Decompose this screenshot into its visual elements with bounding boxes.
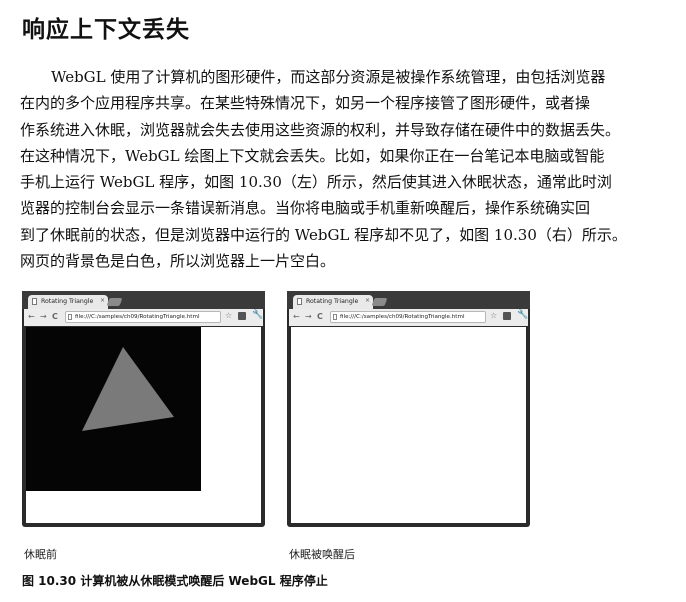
paragraph-line: 作系统进入休眠，浏览器就会失去使用这些资源的权利，并导致存储在硬件中的数据丢失。	[20, 120, 621, 139]
bookmark-star-icon[interactable]: ☆	[490, 311, 497, 320]
tab-strip: Rotating Triangle ×	[287, 291, 530, 309]
forward-arrow-icon[interactable]: →	[305, 312, 312, 321]
webgl-canvas	[26, 327, 201, 491]
address-bar[interactable]: file:///C:/samples/ch09/RotatingTriangle…	[330, 311, 486, 323]
tab-strip: Rotating Triangle ×	[22, 291, 265, 309]
canvas-drawing	[82, 347, 174, 431]
paragraph-line: 网页的背景色是白色，所以浏览器上一片空白。	[20, 252, 336, 271]
paragraph-line: 览器的控制台会显示一条错误新消息。当你将电脑或手机重新唤醒后，操作系统确实回	[20, 199, 591, 218]
tab-title: Rotating Triangle	[306, 298, 359, 305]
address-bar[interactable]: file:///C:/samples/ch09/RotatingTriangle…	[65, 311, 221, 323]
section-heading: 响应上下文丢失	[22, 17, 190, 43]
browser-screenshot-after-wake: Rotating Triangle × ← → C file:///C:/sam…	[287, 291, 530, 527]
forward-arrow-icon[interactable]: →	[40, 312, 47, 321]
new-tab-button[interactable]	[106, 298, 123, 306]
left-figure-caption: 休眠前	[24, 548, 57, 561]
rotating-triangle	[82, 347, 174, 431]
extension-icon[interactable]	[503, 312, 511, 320]
new-tab-button[interactable]	[371, 298, 388, 306]
paragraph-line: 到了休眠前的状态，但是浏览器中运行的 WebGL 程序却不见了，如图 10.30…	[20, 225, 627, 244]
paragraph-line: 在内的多个应用程序共享。在某些特殊情况下，如另一个程序接管了图形硬件，或者操	[20, 94, 591, 113]
wrench-menu-icon[interactable]: 🔧	[252, 310, 263, 320]
page-icon	[333, 314, 337, 320]
page-icon	[68, 314, 72, 320]
browser-screenshot-before-sleep: Rotating Triangle × ← → C file:///C:/sam…	[22, 291, 265, 527]
browser-tab[interactable]: Rotating Triangle ×	[293, 295, 373, 309]
paragraph-line: WebGL 使用了计算机的图形硬件，而这部分资源是被操作系统管理，由包括浏览器	[51, 68, 606, 86]
back-arrow-icon[interactable]: ←	[293, 312, 300, 321]
wrench-menu-icon[interactable]: 🔧	[517, 310, 528, 320]
browser-tab[interactable]: Rotating Triangle ×	[28, 295, 108, 309]
page-icon	[297, 298, 302, 305]
browser-toolbar: ← → C file:///C:/samples/ch09/RotatingTr…	[289, 309, 528, 326]
extension-icon[interactable]	[238, 312, 246, 320]
page-viewport	[26, 327, 261, 523]
url-text: file:///C:/samples/ch09/RotatingTriangle…	[75, 314, 200, 320]
paragraph-line: 在这种情况下，WebGL 绘图上下文就会丢失。比如，如果你正在一台笔记本电脑或智…	[20, 146, 605, 165]
url-text: file:///C:/samples/ch09/RotatingTriangle…	[340, 314, 465, 320]
figure-caption: 图 10.30 计算机被从休眠模式唤醒后 WebGL 程序停止	[22, 574, 328, 588]
reload-icon[interactable]: C	[52, 312, 58, 321]
blank-page-viewport	[291, 327, 526, 523]
reload-icon[interactable]: C	[317, 312, 323, 321]
paragraph-line: 手机上运行 WebGL 程序，如图 10.30（左）所示，然后使其进入休眠状态，…	[20, 173, 612, 192]
tab-title: Rotating Triangle	[41, 298, 94, 305]
browser-toolbar: ← → C file:///C:/samples/ch09/RotatingTr…	[24, 309, 263, 326]
right-figure-caption: 休眠被唤醒后	[289, 548, 355, 561]
body-paragraph: WebGL 使用了计算机的图形硬件，而这部分资源是被操作系统管理，由包括浏览器 …	[20, 64, 670, 274]
back-arrow-icon[interactable]: ←	[28, 312, 35, 321]
page-icon	[32, 298, 37, 305]
close-tab-icon[interactable]: ×	[100, 297, 105, 304]
close-tab-icon[interactable]: ×	[365, 297, 370, 304]
bookmark-star-icon[interactable]: ☆	[225, 311, 232, 320]
